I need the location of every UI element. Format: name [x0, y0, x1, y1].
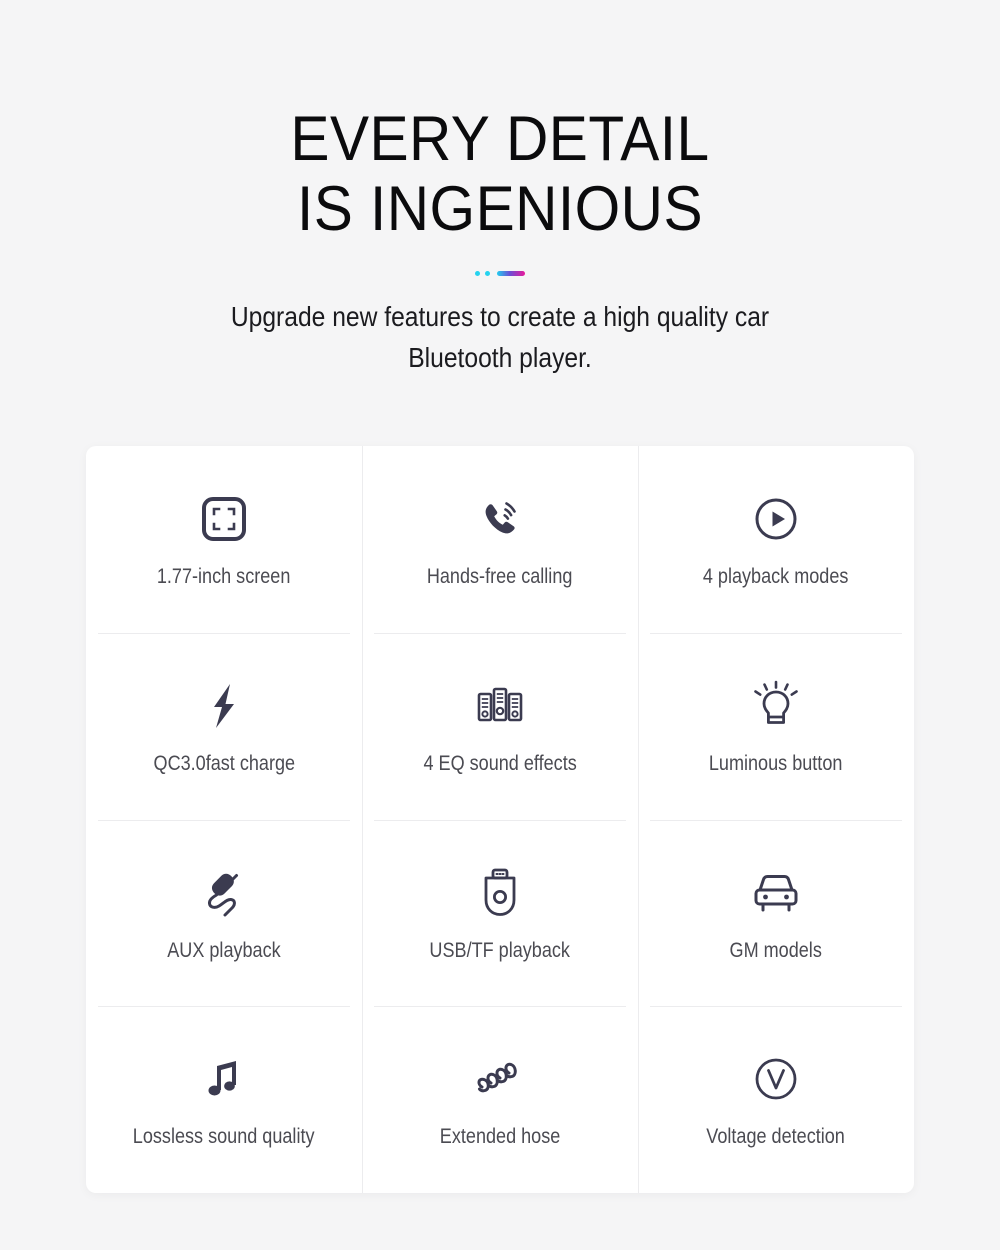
page-title-line-2: IS INGENIOUS — [296, 174, 704, 244]
light-bulb-icon — [751, 675, 801, 737]
usb-drive-icon — [479, 862, 521, 924]
feature-cell-playback-modes: 4 playback modes — [638, 446, 914, 633]
feature-cell-fast-charge: QC3.0fast charge — [86, 632, 362, 820]
feature-cell-luminous-button: Luminous button — [638, 632, 914, 820]
play-circle-icon — [753, 488, 799, 550]
feature-label: 4 EQ sound effects — [423, 751, 577, 775]
feature-cell-gm-models: GM models — [638, 819, 914, 1007]
feature-cell-screen: 1.77-inch screen — [86, 446, 362, 633]
page-subtitle: Upgrade new features to create a high qu… — [230, 301, 770, 373]
feature-label: GM models — [729, 938, 823, 962]
feature-grid: 1.77-inch screen Hands-free calling 4 pl… — [86, 446, 914, 1193]
lightning-bolt-icon — [202, 675, 246, 737]
feature-label: Hands-free calling — [427, 565, 573, 588]
feature-cell-usb: USB/TF playback — [362, 819, 638, 1007]
car-front-icon — [748, 862, 804, 924]
feature-label: AUX playback — [167, 938, 281, 962]
music-note-icon — [204, 1048, 244, 1110]
feature-cell-lossless-sound: Lossless sound quality — [86, 1006, 362, 1193]
voltage-circle-icon — [752, 1048, 800, 1110]
audio-plug-icon — [198, 862, 250, 924]
page-title-line-1: EVERY DETAIL — [290, 104, 710, 174]
feature-cell-handsfree: Hands-free calling — [362, 446, 638, 633]
feature-cell-extended-hose: Extended hose — [362, 1006, 638, 1193]
decorative-divider — [470, 270, 530, 276]
divider-gradient-bar-icon — [497, 270, 525, 276]
feature-label: Extended hose — [439, 1125, 561, 1149]
screen-frame-icon — [201, 488, 247, 550]
feature-cell-voltage-detection: Voltage detection — [638, 1006, 914, 1193]
feature-cell-aux: AUX playback — [86, 819, 362, 1007]
phone-call-icon — [476, 488, 524, 550]
feature-label: 4 playback modes — [703, 565, 849, 588]
feature-label: Voltage detection — [706, 1125, 846, 1149]
feature-cell-eq: 4 EQ sound effects — [362, 632, 638, 820]
divider-dot-icon — [475, 270, 480, 276]
feature-label: Lossless sound quality — [133, 1125, 315, 1149]
feature-label: QC3.0fast charge — [153, 751, 295, 775]
feature-label: 1.77-inch screen — [157, 565, 291, 588]
coiled-hose-icon — [471, 1048, 529, 1110]
page-header: EVERY DETAIL IS INGENIOUS Upgrade new fe… — [0, 0, 1000, 378]
feature-label: Luminous button — [709, 751, 843, 775]
equalizer-icon — [475, 675, 525, 737]
feature-label: USB/TF playback — [429, 938, 571, 962]
divider-dot-icon — [485, 270, 490, 276]
